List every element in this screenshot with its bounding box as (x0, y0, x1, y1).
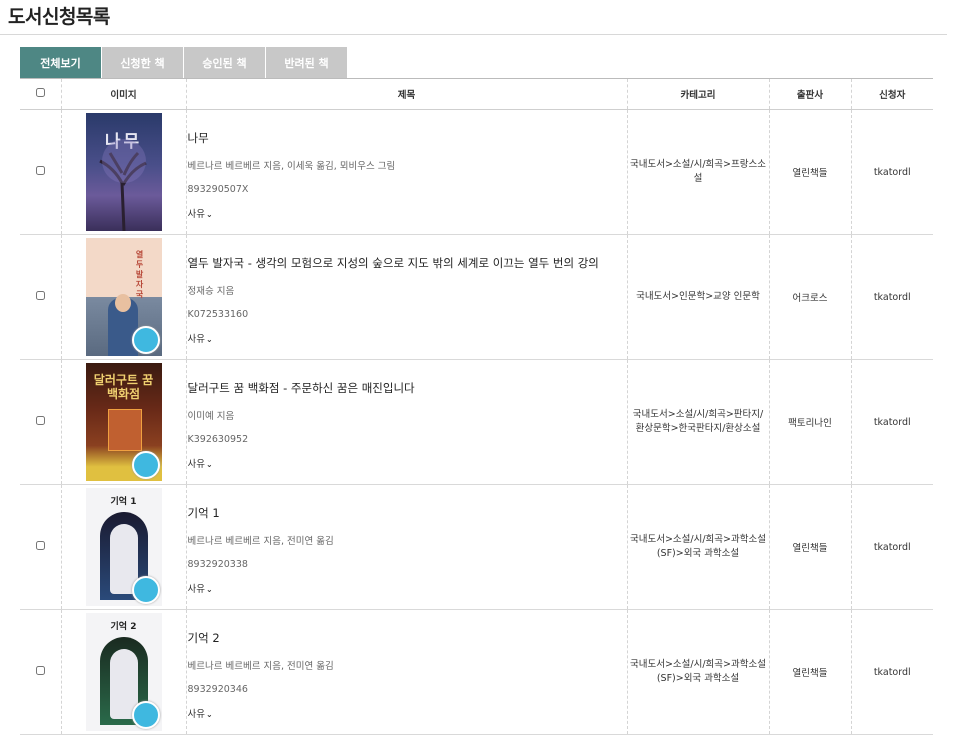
chevron-down-icon: ⌄ (205, 460, 213, 469)
book-author: 이미예 지음 (187, 411, 235, 422)
book-publisher: 열린책들 (768, 109, 851, 235)
book-author: 베르나르 베르베르 지음, 전미연 옮김 (187, 661, 334, 672)
book-requester: tkatordl (850, 484, 933, 610)
header-category: 카테고리 (626, 78, 769, 110)
tab-all[interactable]: 전체보기 (20, 47, 101, 78)
book-isbn: 893290507X (187, 184, 249, 195)
book-title: 열두 발자국 - 생각의 모험으로 지성의 숲으로 지도 밖의 세계로 이끄는 … (187, 256, 599, 270)
ebook-badge-icon (131, 326, 160, 354)
table-row: 달러구트 꿈 백화점 달러구트 꿈 백화점 - 주문하신 꿈은 매진입니다 이미… (20, 359, 933, 485)
reason-label: 사유 (187, 459, 205, 470)
select-all-cell (20, 78, 61, 110)
book-publisher: 열린책들 (768, 609, 851, 735)
header-image: 이미지 (60, 78, 186, 110)
author-face (114, 294, 131, 312)
book-requester: tkatordl (850, 359, 933, 485)
book-isbn: K072533160 (187, 309, 249, 320)
book-category: 국내도서>소설/시/희곡>판타지/환상문학>한국판타지/환상소설 (626, 359, 769, 485)
book-requester: tkatordl (850, 234, 933, 360)
tab-rejected[interactable]: 반려된 책 (266, 47, 347, 78)
reason-toggle[interactable]: 사유⌄ (188, 331, 627, 345)
cover-title: 달러구트 꿈 백화점 (93, 373, 154, 401)
book-publisher: 어크로스 (768, 234, 851, 360)
tab-approved[interactable]: 승인된 책 (184, 47, 265, 78)
tab-requested[interactable]: 신청한 책 (102, 47, 183, 78)
reason-toggle[interactable]: 사유⌄ (188, 581, 627, 595)
row-checkbox[interactable] (35, 541, 45, 550)
reason-toggle[interactable]: 사유⌄ (188, 206, 627, 220)
book-cover-image[interactable]: 달러구트 꿈 백화점 (85, 363, 162, 481)
header-title: 제목 (185, 78, 627, 110)
book-category: 국내도서>소설/시/희곡>과학소설(SF)>외국 과학소설 (626, 609, 769, 735)
reason-label: 사유 (187, 209, 205, 220)
header-requester: 신청자 (850, 78, 933, 110)
book-isbn: 8932920346 (187, 684, 248, 695)
book-category: 국내도서>소설/시/희곡>과학소설(SF)>외국 과학소설 (626, 484, 769, 610)
book-cover-image[interactable]: 기억 2 (85, 613, 162, 731)
cover-title: 기억 1 (110, 497, 137, 507)
book-category: 국내도서>소설/시/희곡>프랑스소설 (626, 109, 769, 235)
reason-label: 사유 (187, 709, 205, 720)
select-all-checkbox[interactable] (35, 88, 45, 97)
header-publisher: 출판사 (768, 78, 851, 110)
ebook-badge-icon (131, 701, 160, 729)
row-checkbox[interactable] (35, 666, 45, 675)
book-requester: tkatordl (850, 609, 933, 735)
reason-label: 사유 (187, 334, 205, 345)
store-illustration (107, 409, 142, 451)
chevron-down-icon: ⌄ (205, 585, 213, 594)
book-publisher: 열린책들 (768, 484, 851, 610)
tree-illustration (98, 139, 147, 231)
table-row: 열두 발자국 열두 발자국 - 생각의 모험으로 지성의 숲으로 지도 밖의 세… (20, 234, 933, 360)
book-category: 국내도서>인문학>교양 인문학 (626, 234, 769, 360)
book-author: 베르나르 베르베르 지음, 전미연 옮김 (187, 536, 334, 547)
book-title: 기억 2 (187, 631, 220, 645)
book-cover-image[interactable]: 열두 발자국 (85, 238, 162, 356)
book-cover-image[interactable]: 기억 1 (85, 488, 162, 606)
table-row: 나무 나무 베르나르 베르베르 지음, 이세욱 옮김, 뫼비우스 그림 8932… (20, 109, 933, 235)
reason-toggle[interactable]: 사유⌄ (188, 456, 627, 470)
chevron-down-icon: ⌄ (205, 210, 213, 219)
book-requester: tkatordl (850, 109, 933, 235)
book-isbn: 8932920338 (187, 559, 248, 570)
book-author: 정재승 지음 (187, 286, 235, 297)
title-divider (0, 34, 947, 35)
chevron-down-icon: ⌄ (205, 710, 213, 719)
table-header-row: 이미지 제목 카테고리 출판사 신청자 (20, 78, 933, 110)
book-title: 달러구트 꿈 백화점 - 주문하신 꿈은 매진입니다 (187, 381, 415, 395)
book-isbn: K392630952 (187, 434, 249, 445)
row-checkbox[interactable] (35, 291, 45, 300)
ebook-badge-icon (131, 451, 160, 479)
table-row: 기억 2 기억 2 베르나르 베르베르 지음, 전미연 옮김 893292034… (20, 609, 933, 735)
row-checkbox[interactable] (35, 166, 45, 175)
book-publisher: 팩토리나인 (768, 359, 851, 485)
chevron-down-icon: ⌄ (205, 335, 213, 344)
book-author: 베르나르 베르베르 지음, 이세욱 옮김, 뫼비우스 그림 (187, 161, 396, 172)
book-cover-image[interactable]: 나무 (85, 113, 162, 231)
book-request-table: 이미지 제목 카테고리 출판사 신청자 나무 나무 베르나르 베르베르 지음, … (20, 78, 933, 735)
book-title: 나무 (187, 131, 209, 145)
cover-title: 기억 2 (110, 622, 137, 632)
reason-label: 사유 (187, 584, 205, 595)
row-checkbox[interactable] (35, 416, 45, 425)
page-title: 도서신청목록 (8, 6, 110, 28)
book-title: 기억 1 (187, 506, 220, 520)
ebook-badge-icon (131, 576, 160, 604)
filter-tabs: 전체보기 신청한 책 승인된 책 반려된 책 (20, 47, 348, 78)
cover-title: 열두 발자국 (135, 250, 144, 299)
reason-toggle[interactable]: 사유⌄ (188, 706, 627, 720)
table-row: 기억 1 기억 1 베르나르 베르베르 지음, 전미연 옮김 893292033… (20, 484, 933, 610)
